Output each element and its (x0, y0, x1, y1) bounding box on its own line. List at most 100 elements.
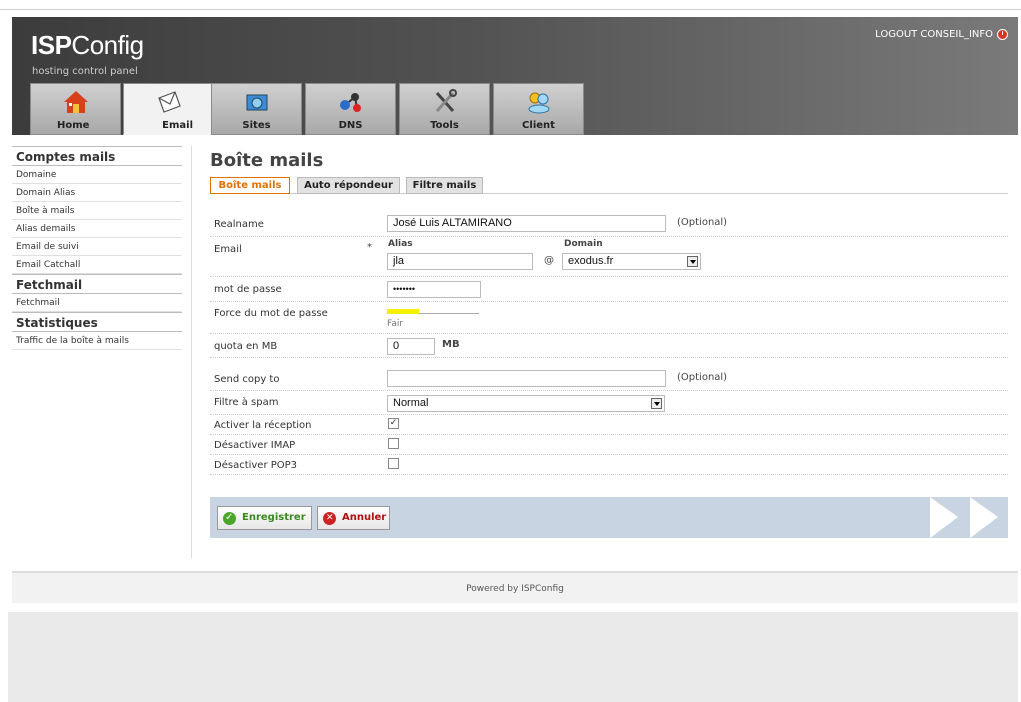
check-icon (223, 507, 236, 529)
tab-dns[interactable]: DNS (305, 83, 396, 135)
logo: ISPConfig (31, 30, 144, 60)
strength-fill (387, 309, 420, 314)
power-icon (997, 29, 1008, 40)
realname-label: Realname (214, 219, 264, 230)
tools-icon (435, 89, 457, 112)
row-pop3: Désactiver POP3 (210, 455, 1008, 475)
page-title: Boîte mails (210, 150, 324, 171)
sidebar-item-suivi[interactable]: Email de suivi (12, 238, 182, 256)
spam-select[interactable]: Normal (387, 395, 665, 412)
sidebar: Comptes mails Domaine Domain Alias Boîte… (12, 146, 182, 350)
row-imap: Désactiver IMAP (210, 435, 1008, 455)
row-sendcopy: Send copy to (Optional) (210, 367, 1008, 391)
subtab-filtre-mails[interactable]: Filtre mails (406, 177, 483, 194)
envelope-icon (157, 91, 181, 113)
cancel-label: Annuler (342, 512, 387, 523)
sidebar-section-fetchmail: Fetchmail (12, 274, 182, 294)
sidebar-item-catchall[interactable]: Email Catchall (12, 256, 182, 274)
sidebar-item-fetchmail[interactable]: Fetchmail (12, 294, 182, 312)
sidebar-item-boite[interactable]: Boîte à mails (12, 202, 182, 220)
logout-link[interactable]: LOGOUT CONSEIL_INFO (875, 29, 1008, 40)
strength-text: Fair (387, 319, 404, 329)
save-label: Enregistrer (242, 512, 306, 523)
cancel-icon (323, 507, 336, 529)
tab-sites[interactable]: Sites (211, 83, 302, 135)
sub-tabs: Boîte mails Auto répondeur Filtre mails (210, 177, 1008, 194)
email-label: Email (214, 244, 242, 255)
alias-label: Alias (388, 239, 413, 249)
sidebar-item-domaine[interactable]: Domaine (12, 166, 182, 184)
row-email: Email * Alias jla @ Domain exodus.fr (210, 237, 1008, 277)
bottom-area (8, 612, 1018, 702)
domain-select-value: exodus.fr (568, 255, 614, 267)
alias-input[interactable]: jla (387, 253, 533, 270)
chevron-down-icon (651, 398, 662, 409)
row-spam: Filtre à spam Normal (210, 391, 1008, 415)
quota-label: quota en MB (214, 341, 278, 352)
top-divider (0, 9, 1021, 10)
tab-client[interactable]: Client (493, 83, 584, 135)
required-mark: * (367, 242, 372, 253)
client-icon (528, 92, 549, 114)
footer: Powered by ISPConfig (12, 571, 1018, 603)
home-icon (63, 91, 88, 113)
save-button[interactable]: Enregistrer (217, 506, 312, 530)
sendcopy-label: Send copy to (214, 374, 280, 385)
header: ISPConfig hosting control panel LOGOUT C… (12, 17, 1018, 135)
domain-label: Domain (564, 239, 603, 249)
strength-label: Force du mot de passe (214, 308, 328, 319)
strength-meter (387, 309, 479, 314)
sendcopy-input[interactable] (387, 370, 666, 387)
main-tabs: Home Email Sites DNS Tools Client (12, 83, 1018, 135)
sidebar-section-statistiques: Statistiques (12, 312, 182, 332)
tab-home-label: Home (57, 120, 90, 131)
tagline: hosting control panel (32, 66, 138, 77)
tab-email-label: Email (162, 120, 193, 131)
button-bar: Enregistrer Annuler (210, 497, 1008, 538)
tab-dns-label: DNS (338, 120, 363, 131)
quota-unit: MB (442, 339, 460, 350)
sidebar-item-traffic[interactable]: Traffic de la boîte à mails (12, 332, 182, 350)
realname-optional: (Optional) (677, 217, 728, 228)
spam-label: Filtre à spam (214, 397, 279, 408)
tab-home[interactable]: Home (30, 83, 121, 135)
subtab-boite-mails[interactable]: Boîte mails (210, 177, 290, 194)
row-strength: Force du mot de passe Fair (210, 302, 1008, 334)
arrow-decoration (930, 497, 958, 538)
sidebar-item-alias[interactable]: Alias demails (12, 220, 182, 238)
main-content: Boîte mails Boîte mails Auto répondeur F… (210, 146, 1008, 475)
row-receive: Activer la réception ✓ (210, 415, 1008, 435)
column-divider (191, 146, 192, 558)
password-label: mot de passe (214, 284, 282, 295)
tab-client-label: Client (522, 120, 555, 131)
sites-icon (246, 94, 267, 111)
row-quota: quota en MB 0 MB (210, 334, 1008, 358)
row-password: mot de passe ••••••• (210, 277, 1008, 302)
pop3-label: Désactiver POP3 (214, 460, 298, 471)
domain-select[interactable]: exodus.fr (562, 253, 701, 270)
realname-input[interactable]: José Luis ALTAMIRANO (387, 215, 666, 232)
row-realname: Realname José Luis ALTAMIRANO (Optional) (210, 212, 1008, 237)
tab-tools-label: Tools (430, 120, 459, 131)
quota-input[interactable]: 0 (387, 338, 435, 355)
sidebar-section-comptes: Comptes mails (12, 146, 182, 166)
tab-tools[interactable]: Tools (399, 83, 490, 135)
imap-label: Désactiver IMAP (214, 440, 296, 451)
sendcopy-optional: (Optional) (677, 372, 728, 383)
subtab-auto-repondeur[interactable]: Auto répondeur (297, 177, 400, 194)
receive-checkbox[interactable]: ✓ (388, 418, 399, 429)
dns-icon (339, 93, 361, 112)
tab-sites-label: Sites (242, 120, 271, 131)
cancel-button[interactable]: Annuler (317, 506, 390, 530)
tab-email[interactable]: Email (123, 83, 214, 135)
receive-label: Activer la réception (214, 420, 312, 431)
arrow-decoration (970, 497, 998, 538)
imap-checkbox[interactable] (388, 438, 399, 449)
spam-select-value: Normal (393, 397, 429, 409)
at-sign: @ (544, 255, 554, 266)
password-input[interactable]: ••••••• (387, 281, 481, 298)
sidebar-item-domain-alias[interactable]: Domain Alias (12, 184, 182, 202)
logout-label: LOGOUT CONSEIL_INFO (875, 29, 993, 40)
chevron-down-icon (687, 256, 698, 267)
pop3-checkbox[interactable] (388, 458, 399, 469)
